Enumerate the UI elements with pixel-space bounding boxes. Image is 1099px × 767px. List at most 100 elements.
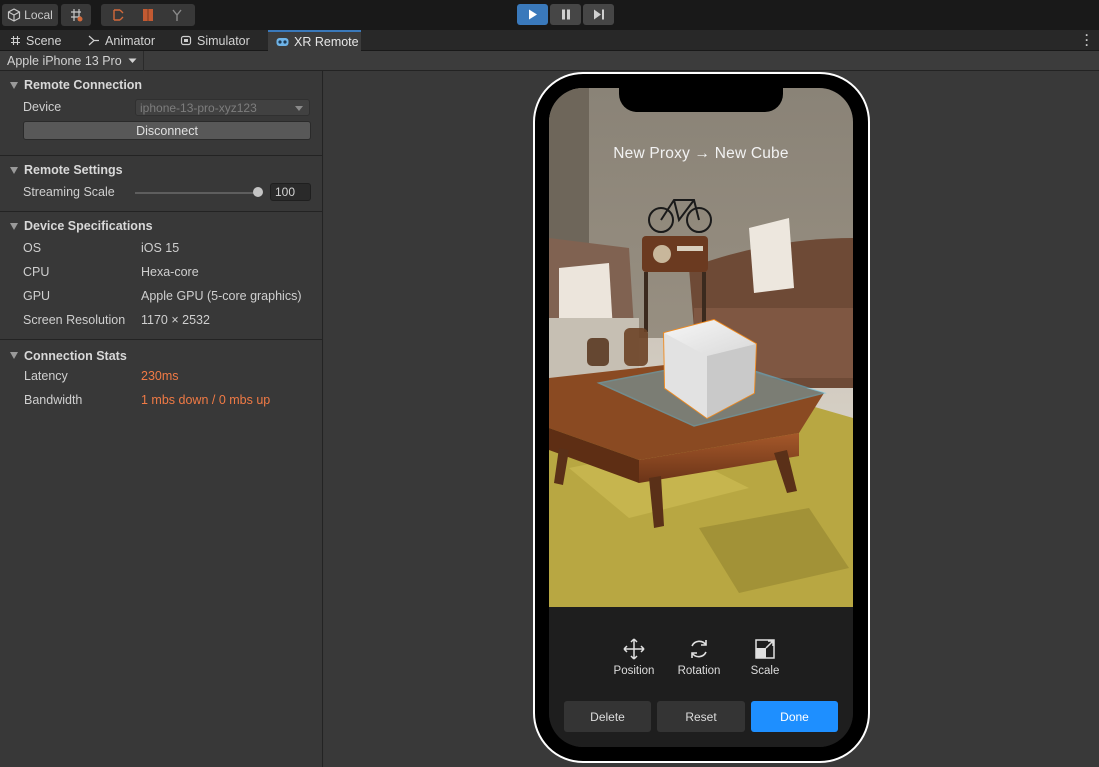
rotation-tool-label: Rotation bbox=[677, 665, 721, 677]
collab-tools-group bbox=[101, 4, 195, 26]
latency-label: Latency bbox=[24, 369, 68, 383]
step-button[interactable] bbox=[583, 4, 614, 25]
tab-animator[interactable]: Animator bbox=[78, 30, 170, 51]
cube-icon bbox=[8, 8, 21, 22]
remote-settings-section: Remote Settings Streaming Scale 100 bbox=[0, 156, 322, 212]
phone-screen: New Proxy → New Cube Position Rotation S… bbox=[549, 88, 853, 747]
phone-notch bbox=[619, 86, 783, 112]
streaming-scale-label: Streaming Scale bbox=[23, 185, 115, 199]
spec-row-cpu: CPU Hexa-core bbox=[0, 260, 322, 284]
pause-button[interactable] bbox=[550, 4, 581, 25]
pause-icon bbox=[561, 9, 570, 20]
play-button[interactable] bbox=[517, 4, 548, 25]
layers-button[interactable] bbox=[61, 4, 91, 26]
delete-button[interactable]: Delete bbox=[564, 701, 651, 732]
xr-remote-inspector: Remote Connection Device iphone-13-pro-x… bbox=[0, 71, 323, 767]
foldout-triangle-icon bbox=[10, 222, 18, 230]
book-icon[interactable] bbox=[140, 7, 156, 23]
local-button[interactable]: Local bbox=[2, 4, 58, 26]
done-button[interactable]: Done bbox=[751, 701, 838, 732]
remote-connection-header[interactable]: Remote Connection bbox=[0, 71, 322, 95]
chevron-down-icon bbox=[295, 106, 303, 111]
remote-settings-title: Remote Settings bbox=[24, 163, 123, 177]
device-specs-header[interactable]: Device Specifications bbox=[0, 212, 322, 236]
spec-label: CPU bbox=[23, 265, 50, 279]
remote-settings-header[interactable]: Remote Settings bbox=[0, 156, 322, 180]
disconnect-button[interactable]: Disconnect bbox=[23, 121, 311, 140]
tab-scene[interactable]: Scene bbox=[0, 30, 76, 51]
foldout-triangle-icon bbox=[10, 352, 18, 359]
connection-stats-title: Connection Stats bbox=[24, 348, 127, 363]
latency-row: Latency 230ms bbox=[0, 364, 322, 388]
spec-label: Screen Resolution bbox=[23, 313, 126, 327]
object-edit-panel: Position Rotation Scale Delete Reset Don… bbox=[549, 607, 853, 747]
proxy-object-label: New Proxy → New Cube bbox=[613, 145, 789, 162]
disconnect-row: Disconnect bbox=[0, 119, 322, 143]
ar-camera-feed[interactable]: New Proxy → New Cube bbox=[549, 88, 853, 607]
streaming-scale-slider-thumb[interactable] bbox=[253, 187, 263, 197]
streaming-scale-input[interactable]: 100 bbox=[270, 183, 311, 201]
device-label: Device bbox=[23, 100, 62, 114]
bandwidth-row: Bandwidth 1 mbs down / 0 mbs up bbox=[0, 388, 322, 412]
animator-icon bbox=[88, 35, 99, 46]
latency-value: 230ms bbox=[141, 369, 179, 383]
gamepad-icon bbox=[180, 35, 192, 46]
playback-controls bbox=[517, 4, 614, 25]
remote-connection-section: Remote Connection Device iphone-13-pro-x… bbox=[0, 71, 322, 156]
position-tool[interactable]: Position bbox=[604, 637, 664, 677]
tab-simulator-label: Simulator bbox=[197, 33, 250, 48]
device-specs-section: Device Specifications OS iOS 15 CPU Hexa… bbox=[0, 212, 322, 340]
editor-tabs: Scene Animator Simulator XR Remote · · · bbox=[0, 29, 1099, 51]
vr-headset-icon bbox=[276, 37, 289, 46]
spec-row-os: OS iOS 15 bbox=[0, 236, 322, 260]
tab-scene-label: Scene bbox=[26, 33, 62, 48]
spec-value: Hexa-core bbox=[141, 265, 199, 279]
grid-layers-icon bbox=[71, 9, 83, 22]
foldout-triangle-icon bbox=[10, 81, 18, 89]
device-select-value: iphone-13-pro-xyz123 bbox=[140, 100, 257, 115]
tab-xr-remote-label: XR Remote bbox=[294, 34, 359, 49]
device-row: Device iphone-13-pro-xyz123 bbox=[0, 95, 322, 119]
tab-xr-remote[interactable]: XR Remote bbox=[268, 30, 361, 51]
spec-row-resolution: Screen Resolution 1170 × 2532 bbox=[0, 308, 322, 332]
step-forward-icon bbox=[593, 9, 604, 20]
spec-value: iOS 15 bbox=[141, 241, 180, 255]
device-dropdown-value: Apple iPhone 13 Pro bbox=[7, 54, 122, 68]
spec-row-gpu: GPU Apple GPU (5-core graphics) bbox=[0, 284, 322, 308]
branch-icon[interactable] bbox=[111, 7, 127, 23]
connection-stats-section: Connection Stats Latency 230ms Bandwidth… bbox=[0, 340, 322, 420]
more-options-icon[interactable]: · · · bbox=[1085, 29, 1089, 51]
tab-simulator[interactable]: Simulator bbox=[170, 30, 266, 51]
main-toolbar: Local bbox=[0, 0, 1099, 30]
device-dropdown[interactable]: Apple iPhone 13 Pro bbox=[0, 51, 144, 71]
device-selector-bar: Apple iPhone 13 Pro bbox=[0, 51, 1099, 71]
remote-connection-title: Remote Connection bbox=[24, 78, 143, 92]
move-arrows-icon bbox=[623, 638, 645, 660]
spec-label: GPU bbox=[23, 289, 51, 303]
play-icon bbox=[528, 9, 537, 20]
bandwidth-label: Bandwidth bbox=[24, 393, 83, 407]
hash-icon bbox=[11, 36, 20, 45]
streaming-scale-slider-track[interactable] bbox=[135, 192, 259, 194]
rotation-tool[interactable]: Rotation bbox=[669, 637, 729, 677]
position-tool-label: Position bbox=[613, 665, 655, 677]
spec-value: 1170 × 2532 bbox=[141, 313, 210, 327]
rotate-icon bbox=[691, 640, 707, 658]
spec-label: OS bbox=[23, 241, 42, 255]
device-specs-title: Device Specifications bbox=[24, 219, 153, 233]
chevron-down-icon bbox=[128, 58, 137, 63]
bandwidth-value: 1 mbs down / 0 mbs up bbox=[141, 393, 271, 407]
local-label: Local bbox=[24, 8, 53, 22]
connection-stats-header[interactable]: Connection Stats bbox=[0, 340, 322, 364]
living-room-scene-image bbox=[549, 88, 853, 607]
device-select[interactable]: iphone-13-pro-xyz123 bbox=[135, 99, 310, 116]
scale-icon bbox=[755, 639, 775, 659]
scale-tool-label: Scale bbox=[750, 665, 780, 677]
spec-value: Apple GPU (5-core graphics) bbox=[141, 289, 302, 303]
merge-icon[interactable] bbox=[169, 7, 185, 23]
tab-animator-label: Animator bbox=[105, 33, 156, 48]
scale-tool[interactable]: Scale bbox=[735, 637, 795, 677]
reset-button[interactable]: Reset bbox=[657, 701, 745, 732]
streaming-scale-row: Streaming Scale 100 bbox=[0, 180, 322, 204]
foldout-triangle-icon bbox=[10, 166, 18, 174]
